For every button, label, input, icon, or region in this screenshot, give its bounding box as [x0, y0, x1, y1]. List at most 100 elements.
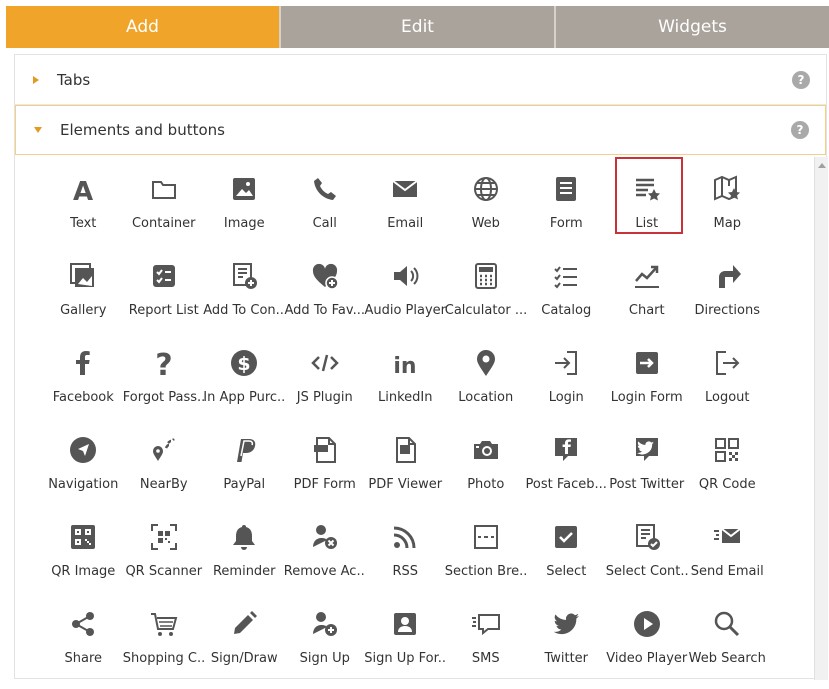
element-item-login[interactable]: Login [526, 341, 607, 428]
tab-add[interactable]: Add [6, 6, 279, 48]
nearby-icon [144, 430, 184, 470]
element-item-label: PDF Viewer [368, 477, 443, 492]
accordion-panel: Tabs ? Elements and buttons ? A Text Conta… [14, 54, 828, 680]
element-item-map-star[interactable]: Map [687, 167, 768, 254]
element-item-linkedin[interactable]: in LinkedIn [365, 341, 446, 428]
element-item-speaker[interactable]: Audio Player [364, 254, 446, 341]
text-icon: A [63, 169, 103, 209]
element-item-folder[interactable]: Container [124, 167, 205, 254]
element-item-phone[interactable]: Call [285, 167, 366, 254]
element-item-envelope[interactable]: Email [365, 167, 446, 254]
speaker-icon [385, 256, 425, 296]
element-item-qr-image[interactable]: QR Image [43, 515, 124, 602]
element-item-label: Video Player [606, 651, 688, 666]
element-item-label: Text [70, 216, 97, 231]
element-item-shopping-cart[interactable]: Shopping C... [122, 602, 205, 689]
element-item-question[interactable]: ? Forgot Pass... [122, 341, 205, 428]
element-item-gallery[interactable]: Gallery [43, 254, 124, 341]
element-item-paypal[interactable]: PayPal [204, 428, 285, 515]
element-item-report-list[interactable]: Report List [124, 254, 205, 341]
element-item-directions[interactable]: Directions [687, 254, 768, 341]
checkbox-icon [546, 517, 586, 557]
element-item-play[interactable]: Video Player [606, 602, 688, 689]
element-item-label: Form [549, 216, 583, 231]
list-star-icon [627, 169, 667, 209]
element-item-post-facebook[interactable]: Post Faceb... [526, 428, 607, 515]
element-item-sign-up-form[interactable]: Sign Up For... [364, 602, 446, 689]
element-item-label: Select Cont... [605, 564, 688, 579]
element-item-label: QR Scanner [125, 564, 203, 579]
element-item-checkbox[interactable]: Select [526, 515, 607, 602]
element-item-label: Calculator ... [444, 303, 527, 318]
element-item-camera[interactable]: Photo [446, 428, 527, 515]
element-item-location-pin[interactable]: Location [446, 341, 527, 428]
element-item-remove-account[interactable]: Remove Ac... [283, 515, 366, 602]
element-item-label: Email [387, 216, 424, 231]
element-item-sign-up[interactable]: Sign Up [285, 602, 366, 689]
element-item-magnifier[interactable]: Web Search [687, 602, 768, 689]
element-item-bell[interactable]: Reminder [204, 515, 285, 602]
element-item-list-star[interactable]: List [607, 157, 688, 254]
element-item-label: Twitter [544, 651, 589, 666]
element-item-chart[interactable]: Chart [607, 254, 688, 341]
element-item-label: Remove Ac... [283, 564, 366, 579]
element-item-label: PayPal [223, 477, 266, 492]
envelope-icon [385, 169, 425, 209]
help-icon[interactable]: ? [792, 70, 810, 89]
element-item-image[interactable]: Image [204, 167, 285, 254]
post-facebook-icon [546, 430, 586, 470]
element-item-sms[interactable]: SMS [446, 602, 527, 689]
pdf-viewer-icon [385, 430, 425, 470]
send-email-icon [707, 517, 747, 557]
element-item-send-email[interactable]: Send Email [687, 515, 768, 602]
section-elements-header[interactable]: Elements and buttons ? [15, 105, 826, 155]
element-item-form[interactable]: Form [526, 167, 607, 254]
element-item-label: Shopping C... [122, 651, 205, 666]
element-item-nearby[interactable]: NearBy [124, 428, 205, 515]
element-item-label: Catalog [541, 303, 592, 318]
element-item-add-to-favorites[interactable]: Add To Fav... [285, 254, 366, 341]
tab-widgets[interactable]: Widgets [554, 6, 829, 48]
element-item-pencil[interactable]: Sign/Draw [204, 602, 285, 689]
element-item-pdf-form[interactable]: PDF Form [285, 428, 366, 515]
element-item-select-contact[interactable]: Select Cont... [605, 515, 688, 602]
tab-edit[interactable]: Edit [279, 6, 554, 48]
svg-text:in: in [394, 354, 417, 379]
element-item-twitter[interactable]: Twitter [526, 602, 607, 689]
sign-up-icon [305, 604, 345, 644]
help-icon[interactable]: ? [791, 121, 809, 139]
element-item-post-twitter[interactable]: Post Twitter [607, 428, 688, 515]
element-item-rss[interactable]: RSS [365, 515, 446, 602]
element-item-dollar[interactable]: $ In App Purc... [203, 341, 285, 428]
element-item-facebook[interactable]: Facebook [43, 341, 124, 428]
element-item-logout[interactable]: Logout [687, 341, 768, 428]
element-item-qr-code[interactable]: QR Code [687, 428, 768, 515]
element-item-label: Forgot Pass... [122, 390, 205, 405]
element-item-code[interactable]: JS Plugin [285, 341, 366, 428]
section-tabs-label: Tabs [57, 70, 91, 89]
element-item-section-break[interactable]: Section Bre... [445, 515, 527, 602]
facebook-icon [63, 343, 103, 383]
element-item-catalog[interactable]: Catalog [526, 254, 607, 341]
scroll-up-arrow-icon[interactable] [818, 163, 826, 168]
logout-icon [707, 343, 747, 383]
element-item-add-to-contacts[interactable]: Add To Con... [203, 254, 285, 341]
element-item-label: Facebook [52, 390, 114, 405]
element-item-qr-scanner[interactable]: QR Scanner [124, 515, 205, 602]
element-item-globe[interactable]: Web [446, 167, 527, 254]
image-icon [224, 169, 264, 209]
dollar-icon: $ [224, 343, 264, 383]
element-item-label: Add To Fav... [284, 303, 365, 318]
element-item-text[interactable]: A Text [43, 167, 124, 254]
element-item-share[interactable]: Share [43, 602, 124, 689]
twitter-icon [546, 604, 586, 644]
vertical-scrollbar[interactable] [814, 157, 828, 680]
element-item-navigation[interactable]: Navigation [43, 428, 124, 515]
element-item-pdf-viewer[interactable]: PDF Viewer [365, 428, 446, 515]
element-item-login-form[interactable]: Login Form [607, 341, 688, 428]
element-item-label: PDF Form [293, 477, 356, 492]
section-tabs-header[interactable]: Tabs ? [15, 55, 826, 105]
element-item-calculator[interactable]: Calculator ... [444, 254, 527, 341]
caret-down-icon [34, 127, 42, 133]
element-item-label: Directions [694, 303, 760, 318]
